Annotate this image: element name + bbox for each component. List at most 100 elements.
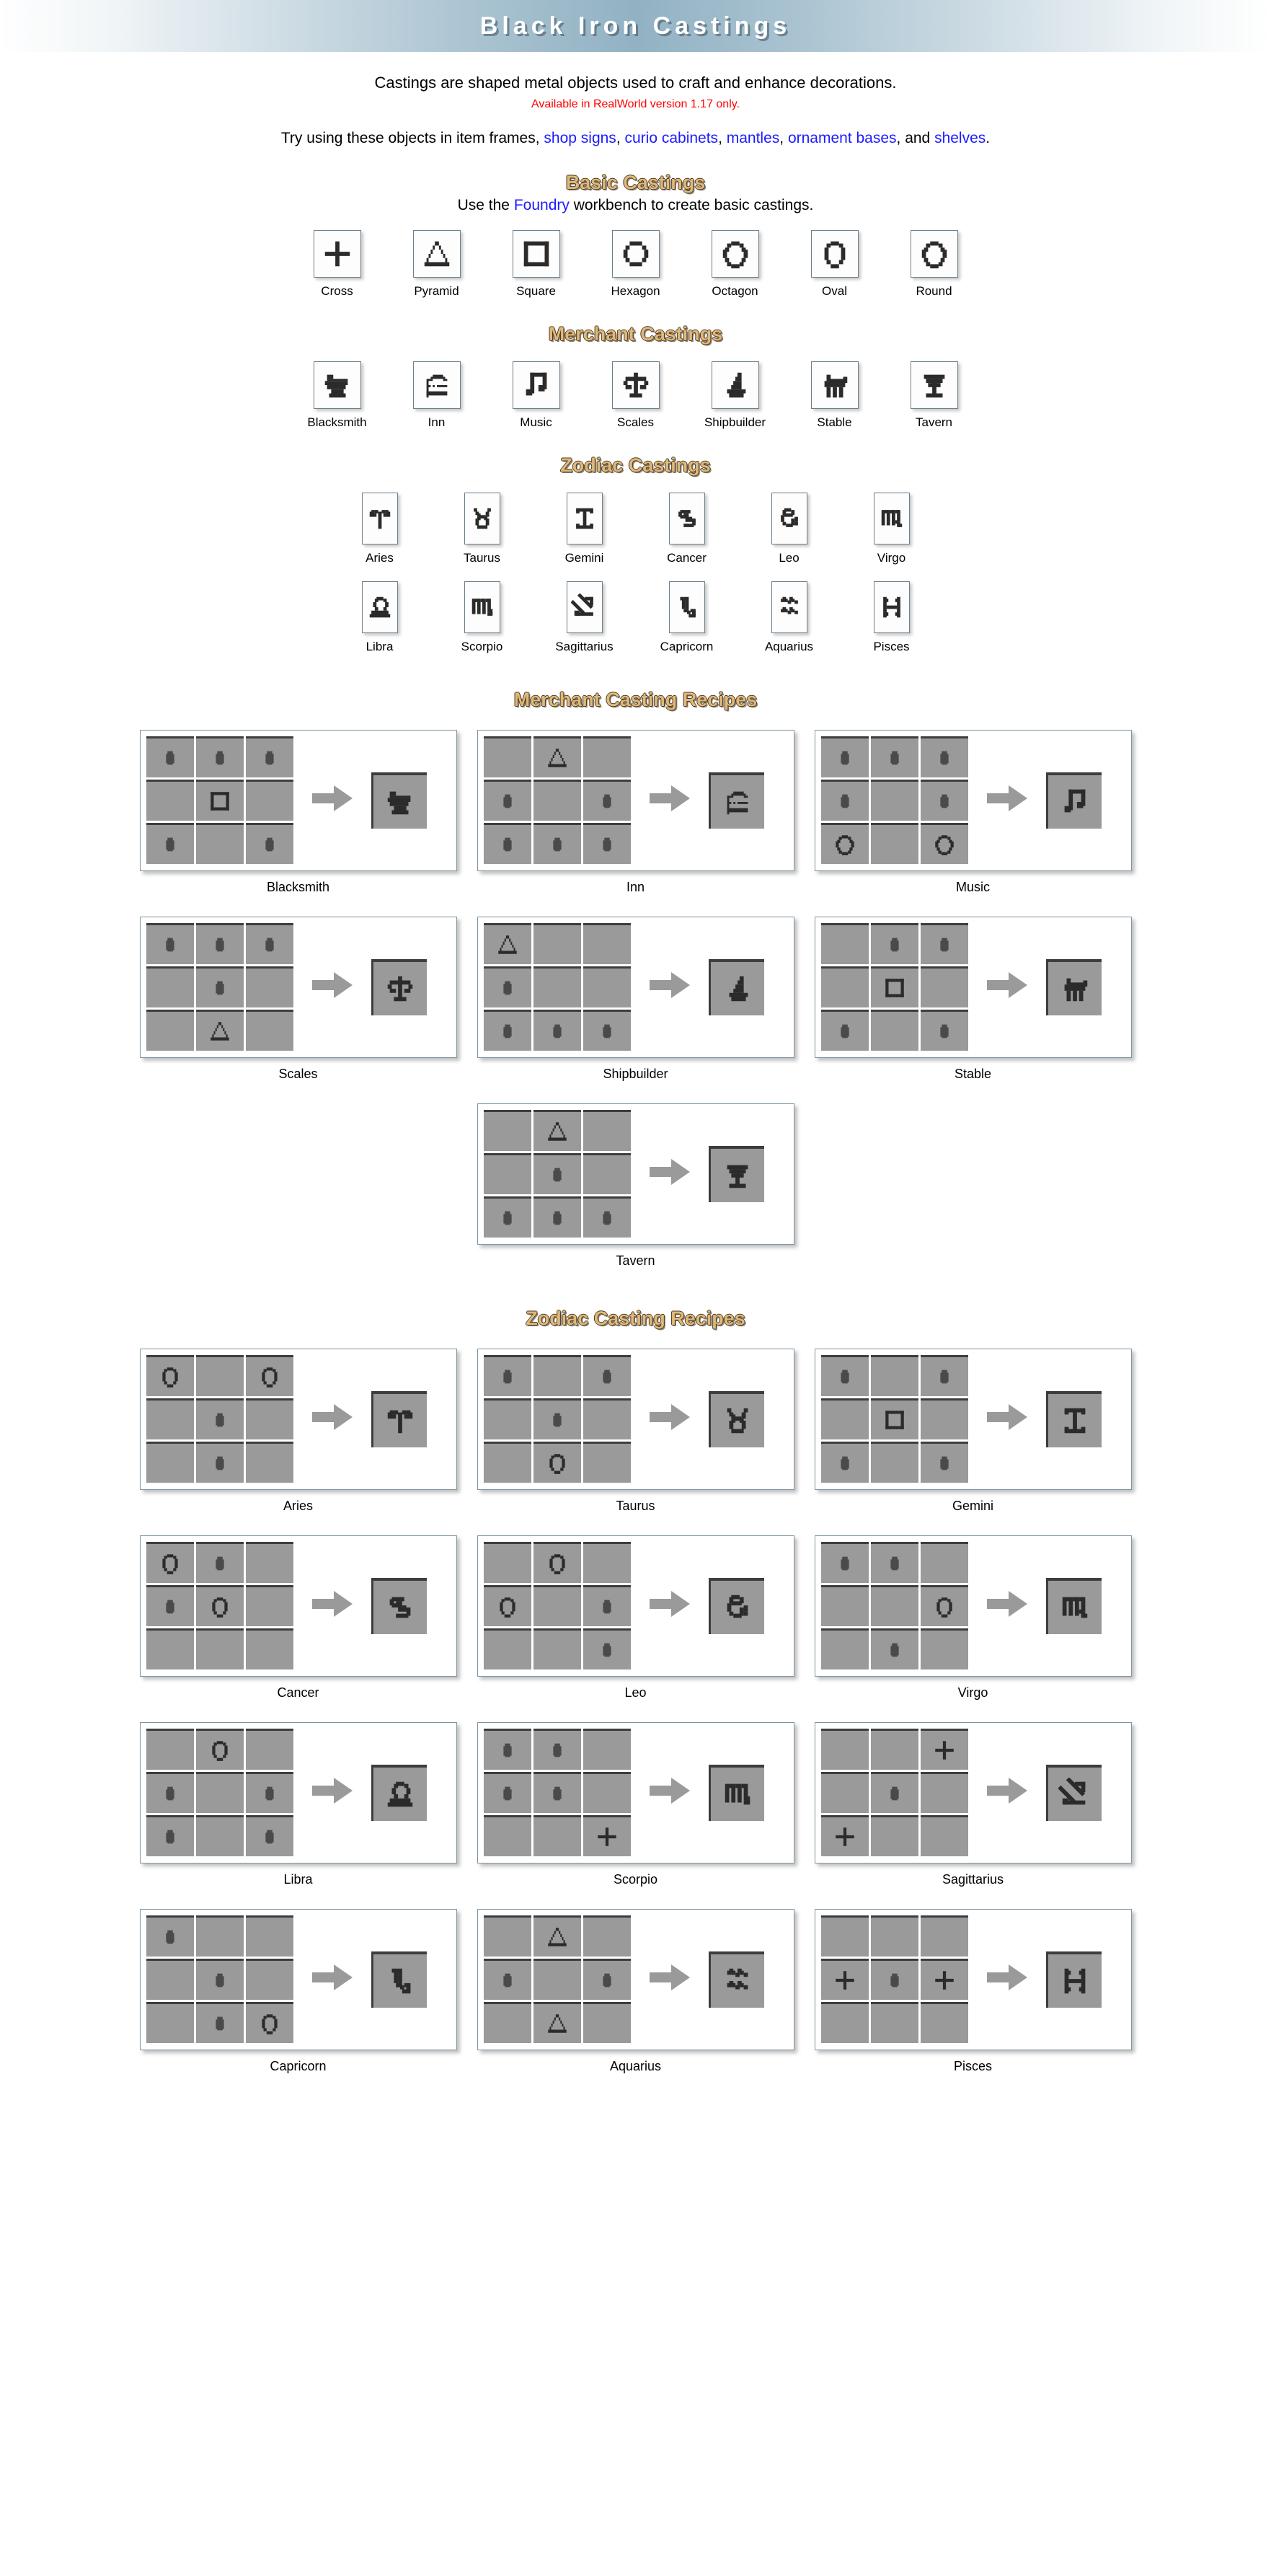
oval-casting-icon[interactable] xyxy=(810,229,859,278)
recipe-card xyxy=(477,1103,794,1245)
casting-item-shipbuilder[interactable]: Shipbuilder xyxy=(702,361,769,430)
casting-item-tavern[interactable]: Tavern xyxy=(901,361,967,430)
recipe-cell-2 xyxy=(920,1729,968,1770)
link-curio-cabinets[interactable]: curio cabinets xyxy=(624,130,718,146)
recipe-cell-6 xyxy=(146,1442,194,1483)
zodiac-item-aquarius[interactable]: Aquarius xyxy=(755,581,824,654)
casting-item-round[interactable]: Round xyxy=(901,229,967,299)
casting-item-octagon[interactable]: Octagon xyxy=(702,229,769,299)
link-foundry[interactable]: Foundry xyxy=(514,197,570,213)
casting-item-square[interactable]: Square xyxy=(503,229,570,299)
libra-icon[interactable] xyxy=(361,581,398,633)
recipe-cell-1 xyxy=(870,1729,918,1770)
recipe-cell-6 xyxy=(483,1815,531,1857)
zodiac-item-libra[interactable]: Libra xyxy=(345,581,415,654)
recipe-cell-3 xyxy=(820,1585,869,1627)
intro-line: Castings are shaped metal objects used t… xyxy=(374,74,897,92)
recipe-cell-4 xyxy=(195,1772,244,1814)
casting-item-stable[interactable]: Stable xyxy=(802,361,868,430)
arrow-icon xyxy=(986,1964,1027,1991)
anvil-icon[interactable] xyxy=(313,361,361,409)
recipe-cell-1 xyxy=(195,736,244,778)
aquarius-icon[interactable] xyxy=(771,581,807,633)
casting-item-inn[interactable]: Inn xyxy=(404,361,470,430)
taurus-icon[interactable] xyxy=(464,492,500,544)
scorpio-icon[interactable] xyxy=(464,581,500,633)
zodiac-item-cancer[interactable]: Cancer xyxy=(652,492,722,565)
zodiac-label: Sagittarius xyxy=(555,639,614,653)
zodiac-item-gemini[interactable]: Gemini xyxy=(550,492,619,565)
recipe-cell-2 xyxy=(920,923,968,965)
recipe-card xyxy=(477,729,794,871)
octagon-casting-icon[interactable] xyxy=(711,229,759,278)
zodiac-item-sagittarius[interactable]: Sagittarius xyxy=(550,581,619,654)
casting-item-scales[interactable]: Scales xyxy=(603,361,669,430)
pisces-icon[interactable] xyxy=(873,581,910,633)
recipe-cell-7 xyxy=(533,1628,581,1670)
recipe-cell-6 xyxy=(483,1628,531,1670)
crafting-grid xyxy=(146,923,293,1051)
aquarius-icon xyxy=(708,1951,764,2008)
crafting-grid xyxy=(483,736,631,865)
recipe-aquarius: Aquarius xyxy=(477,1908,794,2074)
recipe-cell-5 xyxy=(583,780,631,821)
zodiac-item-scorpio[interactable]: Scorpio xyxy=(448,581,517,654)
recipe-cell-7 xyxy=(533,823,581,865)
sailboat-icon[interactable] xyxy=(711,361,759,409)
link-shelves[interactable]: shelves xyxy=(934,130,986,146)
crafting-grid xyxy=(146,1542,293,1670)
zodiac-item-taurus[interactable]: Taurus xyxy=(448,492,517,565)
casting-item-hexagon[interactable]: Hexagon xyxy=(603,229,669,299)
casting-item-music[interactable]: Music xyxy=(503,361,570,430)
casting-item-pyramid[interactable]: Pyramid xyxy=(404,229,470,299)
aries-icon[interactable] xyxy=(361,492,398,544)
cocktail-glass-icon[interactable] xyxy=(910,361,958,409)
horse-icon[interactable] xyxy=(810,361,859,409)
recipe-cell-3 xyxy=(146,966,194,1008)
recipe-cell-1 xyxy=(195,1355,244,1397)
casting-item-blacksmith[interactable]: Blacksmith xyxy=(304,361,371,430)
link-shop-signs[interactable]: shop signs xyxy=(544,130,616,146)
intro-links-line: Try using these objects in item frames, … xyxy=(0,130,1271,147)
cross-casting-icon[interactable] xyxy=(313,229,361,278)
crafting-grid xyxy=(820,736,968,865)
link-ornament-bases[interactable]: ornament bases xyxy=(788,130,897,146)
recipe-cell-2 xyxy=(583,1729,631,1770)
recipe-aries: Aries xyxy=(139,1348,457,1514)
zodiac-item-aries[interactable]: Aries xyxy=(345,492,415,565)
zodiac-item-pisces[interactable]: Pisces xyxy=(857,581,926,654)
recipe-cell-4 xyxy=(195,780,244,821)
scales-icon[interactable] xyxy=(611,361,660,409)
link-mantles[interactable]: mantles xyxy=(727,130,780,146)
recipe-cell-8 xyxy=(920,1815,968,1857)
zodiac-item-virgo[interactable]: Virgo xyxy=(857,492,926,565)
casting-label: Round xyxy=(916,283,952,298)
zodiac-item-leo[interactable]: Leo xyxy=(755,492,824,565)
recipe-cell-4 xyxy=(870,780,918,821)
recipe-tavern: Tavern xyxy=(477,1103,794,1269)
casting-item-oval[interactable]: Oval xyxy=(802,229,868,299)
recipe-cell-5 xyxy=(583,966,631,1008)
virgo-icon[interactable] xyxy=(873,492,910,544)
bed-icon[interactable] xyxy=(412,361,461,409)
zodiac-item-capricorn[interactable]: Capricorn xyxy=(652,581,722,654)
arrow-icon xyxy=(311,1401,353,1437)
music-note-icon[interactable] xyxy=(512,361,560,409)
sub-suffix: workbench to create basic castings. xyxy=(569,196,814,213)
square-casting-icon[interactable] xyxy=(512,229,560,278)
zodiac-label: Aquarius xyxy=(764,639,814,653)
gemini-icon[interactable] xyxy=(566,492,603,544)
round-casting-icon[interactable] xyxy=(910,229,958,278)
leo-icon[interactable] xyxy=(771,492,807,544)
recipe-card xyxy=(477,1535,794,1677)
recipe-cell-6 xyxy=(820,1010,869,1051)
sagittarius-icon[interactable] xyxy=(566,581,603,633)
pyramid-casting-icon[interactable] xyxy=(412,229,461,278)
casting-item-cross[interactable]: Cross xyxy=(304,229,371,299)
recipe-cell-2 xyxy=(245,1542,293,1584)
hexagon-casting-icon[interactable] xyxy=(611,229,660,278)
recipe-cell-4 xyxy=(533,1959,581,2001)
recipe-label: Tavern xyxy=(616,1253,655,1268)
cancer-icon[interactable] xyxy=(668,492,705,544)
capricorn-icon[interactable] xyxy=(668,581,705,633)
